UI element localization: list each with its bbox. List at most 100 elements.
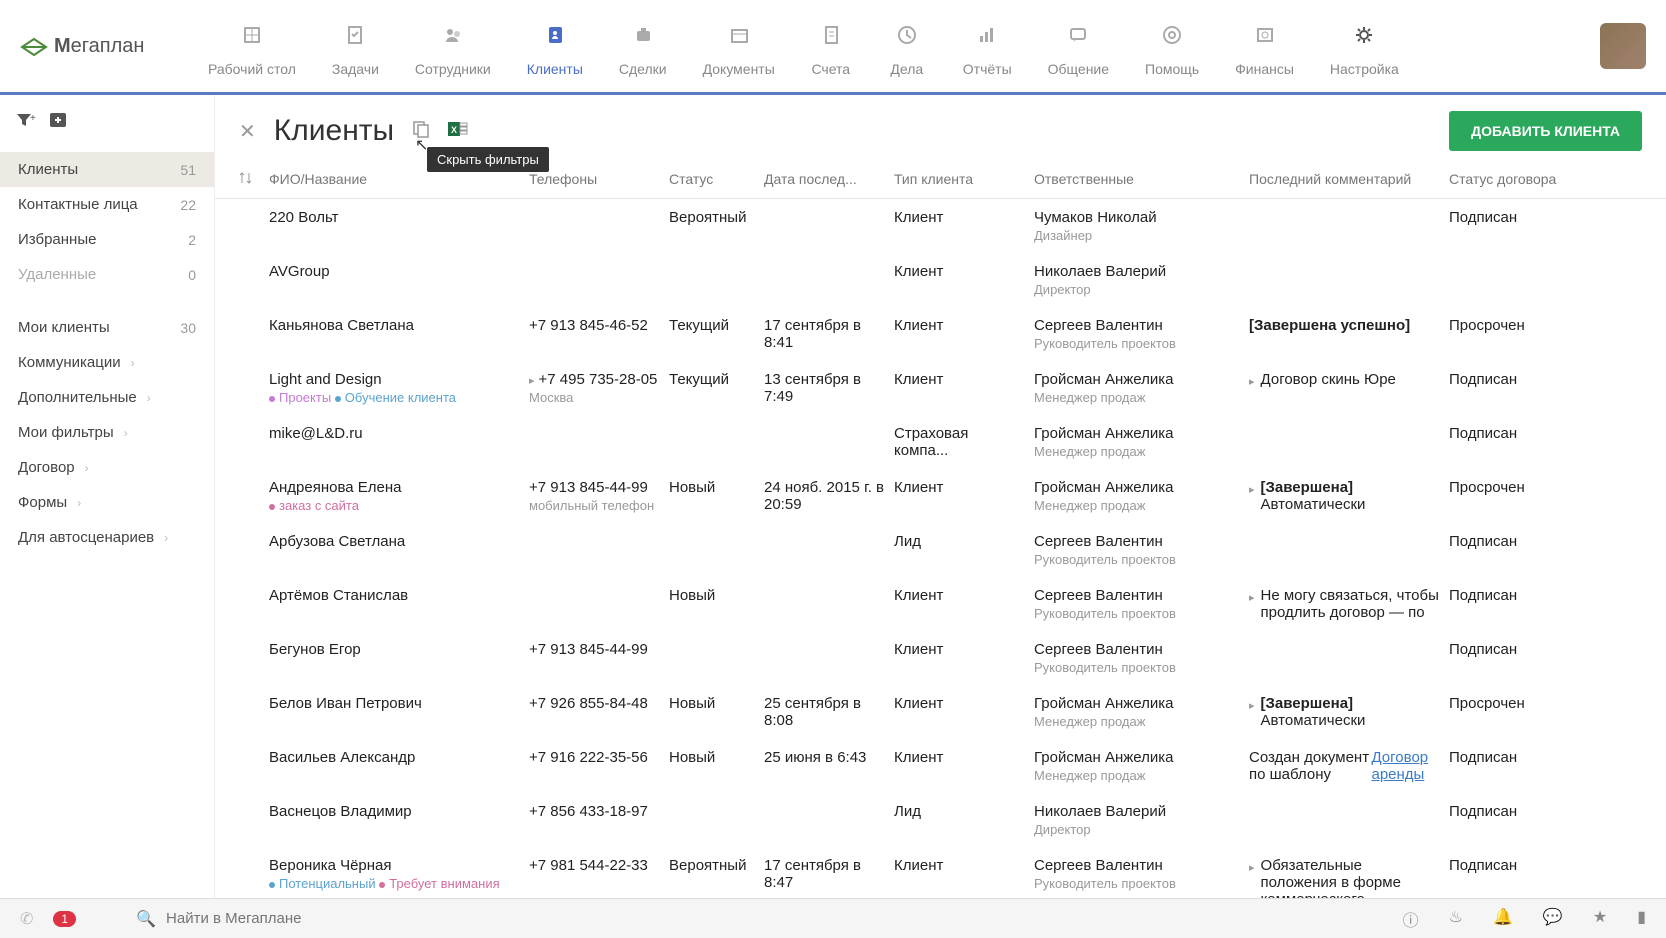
filter-add-icon[interactable]: + (16, 113, 36, 134)
cell-resp: Сергеев ВалентинРуководитель проектов (1034, 533, 1249, 567)
global-search-input[interactable] (166, 910, 466, 927)
nav-Финансы[interactable]: Финансы (1217, 5, 1312, 87)
flag-icon[interactable]: ▮ (1637, 907, 1646, 931)
sidebar-group[interactable]: Мои фильтры› (0, 415, 214, 450)
tooltip: Скрыть фильтры (427, 147, 549, 172)
cell-type: Лид (894, 803, 1034, 820)
cell-phone: +7 856 433-18-97 (529, 803, 669, 820)
table-row[interactable]: Бегунов Егор+7 913 845-44-99КлиентСергее… (215, 631, 1666, 685)
chat-icon[interactable]: 💬 (1543, 907, 1563, 931)
hide-filters-icon[interactable]: ✕ (239, 119, 256, 144)
star-icon[interactable]: ★ (1593, 907, 1607, 931)
sidebar-group[interactable]: Договор› (0, 450, 214, 485)
bell-icon[interactable]: 🔔 (1493, 907, 1513, 931)
cell-name: Андреянова Еленазаказ с сайта (269, 479, 529, 513)
expand-icon[interactable]: ▸ (1249, 861, 1255, 874)
expand-icon[interactable]: ▸ (1249, 483, 1255, 496)
table-row[interactable]: mike@L&D.ruСтраховая компа...Гройсман Ан… (215, 415, 1666, 469)
nav-icon (887, 15, 927, 55)
cell-type: Клиент (894, 857, 1034, 874)
phone-icon[interactable]: ✆ (20, 909, 33, 929)
cell-status: Новый (669, 749, 764, 766)
cell-phone: +7 913 845-44-99 (529, 641, 669, 658)
cell-type: Клиент (894, 479, 1034, 496)
nav-Сделки[interactable]: Сделки (601, 5, 685, 87)
table-row[interactable]: Андреянова Еленазаказ с сайта+7 913 845-… (215, 469, 1666, 523)
sidebar-group[interactable]: Для автосценариев› (0, 520, 214, 555)
add-client-button[interactable]: ДОБАВИТЬ КЛИЕНТА (1449, 111, 1642, 151)
nav-label: Отчёты (963, 61, 1012, 77)
alert-icon[interactable]: ⓘ (1403, 907, 1419, 931)
cell-type: Страховая компа... (894, 425, 1034, 459)
cell-type: Клиент (894, 749, 1034, 766)
table-row[interactable]: Вероника ЧёрнаяПотенциальный Требует вни… (215, 847, 1666, 898)
table-row[interactable]: Арбузова СветланаЛидСергеев ВалентинРуко… (215, 523, 1666, 577)
cell-comment: [Завершена успешно] (1249, 317, 1449, 334)
cell-type: Клиент (894, 371, 1034, 388)
nav-Настройка[interactable]: Настройка (1312, 5, 1417, 87)
nav-Помощь[interactable]: Помощь (1127, 5, 1217, 87)
cell-comment: ▸Договор скинь Юре (1249, 371, 1449, 388)
cell-name: Васильев Александр (269, 749, 529, 766)
expand-icon[interactable]: ▸ (1249, 699, 1255, 712)
sidebar-item[interactable]: Избранные2 (0, 222, 214, 257)
table-row[interactable]: Белов Иван Петрович+7 926 855-84-48Новый… (215, 685, 1666, 739)
cell-date: 17 сентября в 8:41 (764, 317, 894, 351)
expand-icon[interactable]: ▸ (1249, 375, 1255, 388)
top-nav: Мегаплан Рабочий столЗадачиСотрудники Кли… (0, 0, 1666, 95)
sidebar-group-label: Формы (18, 494, 67, 511)
nav-Документы[interactable]: Документы (685, 5, 793, 87)
excel-export-icon[interactable]: X (448, 120, 468, 143)
sidebar-item[interactable]: Удаленные0 (0, 257, 214, 292)
sidebar-group[interactable]: Формы› (0, 485, 214, 520)
col-name[interactable]: ФИО/Название (269, 171, 529, 188)
sort-icon[interactable] (239, 171, 269, 188)
sidebar-label: Контактные лица (18, 196, 138, 213)
table-row[interactable]: Каньянова Светлана+7 913 845-46-52Текущи… (215, 307, 1666, 361)
nav-label: Сделки (619, 61, 667, 77)
table-row[interactable]: AVGroupКлиентНиколаев ВалерийДиректор (215, 253, 1666, 307)
sidebar-item[interactable]: Клиенты51 (0, 152, 214, 187)
fire-icon[interactable]: ♨ (1449, 907, 1463, 931)
nav-icon (1344, 15, 1384, 55)
user-avatar[interactable] (1600, 23, 1646, 69)
cell-phone: +7 916 222-35-56 (529, 749, 669, 766)
table-row[interactable]: Light and DesignПроекты Обучение клиента… (215, 361, 1666, 415)
sidebar-group[interactable]: Коммуникации› (0, 345, 214, 380)
col-phone[interactable]: Телефоны (529, 171, 669, 188)
nav-Счета[interactable]: Счета (793, 5, 869, 87)
col-resp[interactable]: Ответственные (1034, 171, 1249, 188)
nav-Клиенты[interactable]: Клиенты (509, 5, 601, 87)
nav-Рабочий стол[interactable]: Рабочий стол (190, 5, 314, 87)
col-status[interactable]: Статус (669, 171, 764, 188)
col-type[interactable]: Тип клиента (894, 171, 1034, 188)
col-contract[interactable]: Статус договора (1449, 171, 1589, 188)
table-row[interactable]: Васильев Александр+7 916 222-35-56Новый2… (215, 739, 1666, 793)
nav-Отчёты[interactable]: Отчёты (945, 5, 1030, 87)
sidebar-mine[interactable]: Мои клиенты30 (0, 310, 214, 345)
notification-badge[interactable]: 1 (53, 911, 76, 927)
table-row[interactable]: Артёмов СтаниславНовыйКлиентСергеев Вале… (215, 577, 1666, 631)
nav-label: Клиенты (527, 61, 583, 77)
cell-phone: ▸+7 495 735-28-05Москва (529, 371, 669, 405)
nav-Задачи[interactable]: Задачи (314, 5, 397, 87)
add-list-icon[interactable] (50, 113, 68, 134)
col-date[interactable]: Дата послед... (764, 171, 894, 188)
cell-name: Бегунов Егор (269, 641, 529, 658)
table-row[interactable]: Васнецов Владимир+7 856 433-18-97ЛидНико… (215, 793, 1666, 847)
cell-phone: +7 913 845-44-99мобильный телефон (529, 479, 669, 513)
logo[interactable]: Мегаплан (20, 35, 190, 58)
nav-Сотрудники[interactable]: Сотрудники (397, 5, 509, 87)
table-row[interactable]: 220 ВольтВероятныйКлиентЧумаков НиколайД… (215, 199, 1666, 253)
sidebar-item[interactable]: Контактные лица22 (0, 187, 214, 222)
expand-icon[interactable]: ▸ (1249, 591, 1255, 604)
footer-bar: ✆ 1 🔍 ⓘ ♨ 🔔 💬 ★ ▮ (0, 898, 1666, 938)
sidebar-count: 0 (188, 267, 196, 283)
sidebar-group[interactable]: Дополнительные› (0, 380, 214, 415)
nav-Общение[interactable]: Общение (1030, 5, 1127, 87)
nav-Дела[interactable]: Дела (869, 5, 945, 87)
sidebar-count: 51 (180, 162, 196, 178)
chevron-right-icon: › (164, 531, 168, 545)
expand-icon[interactable]: ▸ (529, 375, 535, 387)
col-comment[interactable]: Последний комментарий (1249, 171, 1449, 188)
